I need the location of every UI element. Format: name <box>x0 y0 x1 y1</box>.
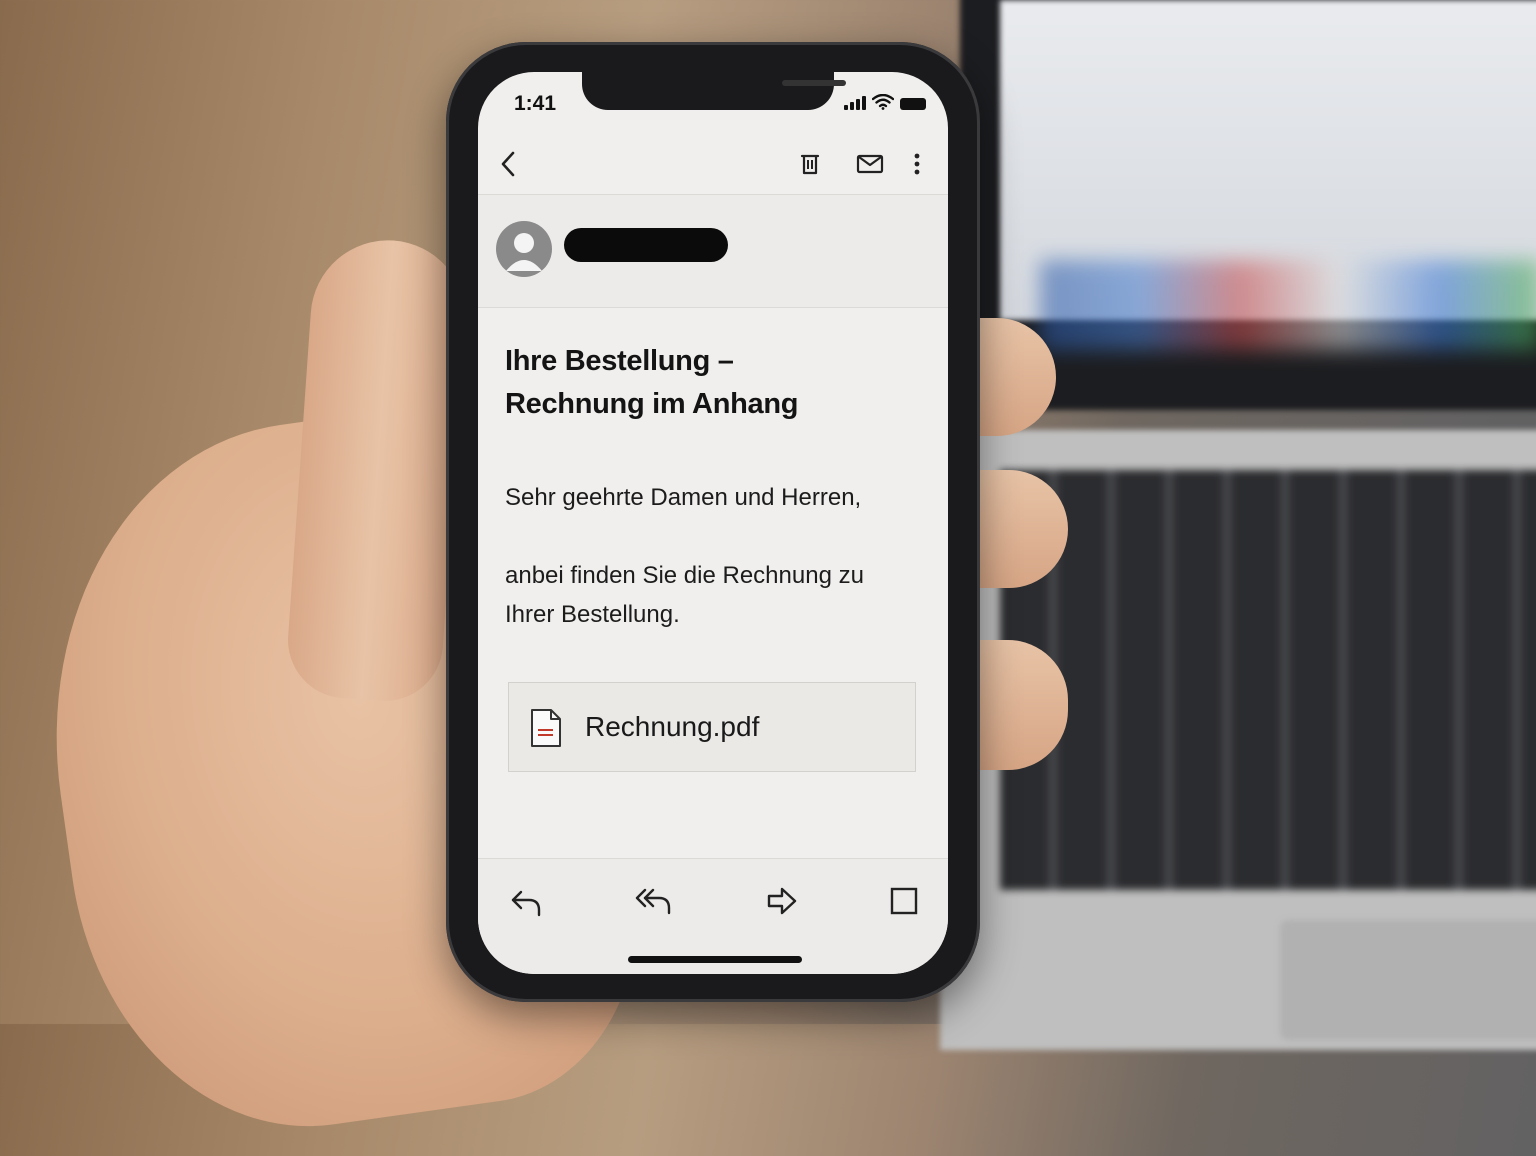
delete-button[interactable] <box>790 144 830 184</box>
speaker <box>782 80 846 86</box>
wifi-icon <box>872 94 894 110</box>
back-button[interactable] <box>486 144 530 184</box>
pdf-file-icon <box>531 709 561 747</box>
body-line-1: anbei finden Sie die Rechnung zu <box>505 562 864 589</box>
reply-icon <box>511 890 541 917</box>
attachment-name: Rechnung.pdf <box>585 711 760 742</box>
envelope-icon <box>856 154 884 174</box>
home-indicator[interactable] <box>628 956 802 963</box>
avatar <box>496 221 552 277</box>
reply-button[interactable] <box>502 881 550 925</box>
body-line-2: Ihrer Bestellung. <box>505 601 680 628</box>
email-subject: Ihre Bestellung – Rechnung im Anhang <box>505 340 925 426</box>
more-vertical-icon <box>914 153 920 175</box>
trash-icon <box>800 154 820 175</box>
sender-row[interactable] <box>478 195 948 308</box>
subject-line-1: Ihre Bestellung – <box>505 345 734 377</box>
laptop-dock <box>1040 260 1536 350</box>
more-button[interactable] <box>902 144 932 184</box>
back-arrow-icon <box>501 151 515 177</box>
forward-button[interactable] <box>758 879 806 923</box>
laptop-keyboard <box>1000 470 1536 890</box>
checkbox-icon <box>890 887 918 915</box>
select-button[interactable] <box>882 879 926 923</box>
person-icon <box>506 233 542 271</box>
email-toolbar <box>478 132 948 195</box>
notch <box>582 72 846 110</box>
forward-icon <box>767 887 797 915</box>
reply-all-button[interactable] <box>628 879 680 923</box>
hand-thumb <box>284 235 471 705</box>
phone-screen: 1:41 Ihre Bestellung – Rechnung im Anhan… <box>478 72 948 974</box>
laptop-trackpad <box>1280 920 1536 1040</box>
email-greeting: Sehr geehrte Damen und Herren, <box>505 484 862 511</box>
attachment-card[interactable]: Rechnung.pdf <box>508 682 916 772</box>
status-time: 1:41 <box>514 92 557 115</box>
cellular-signal-icon <box>844 96 866 110</box>
mark-unread-button[interactable] <box>848 144 892 184</box>
email-body: anbei finden Sie die Rechnung zu Ihrer B… <box>505 556 925 634</box>
subject-line-2: Rechnung im Anhang <box>505 388 799 420</box>
status-icons <box>844 94 926 110</box>
sender-name-redacted <box>564 228 728 262</box>
reply-all-icon <box>635 888 671 915</box>
battery-icon <box>900 98 926 110</box>
